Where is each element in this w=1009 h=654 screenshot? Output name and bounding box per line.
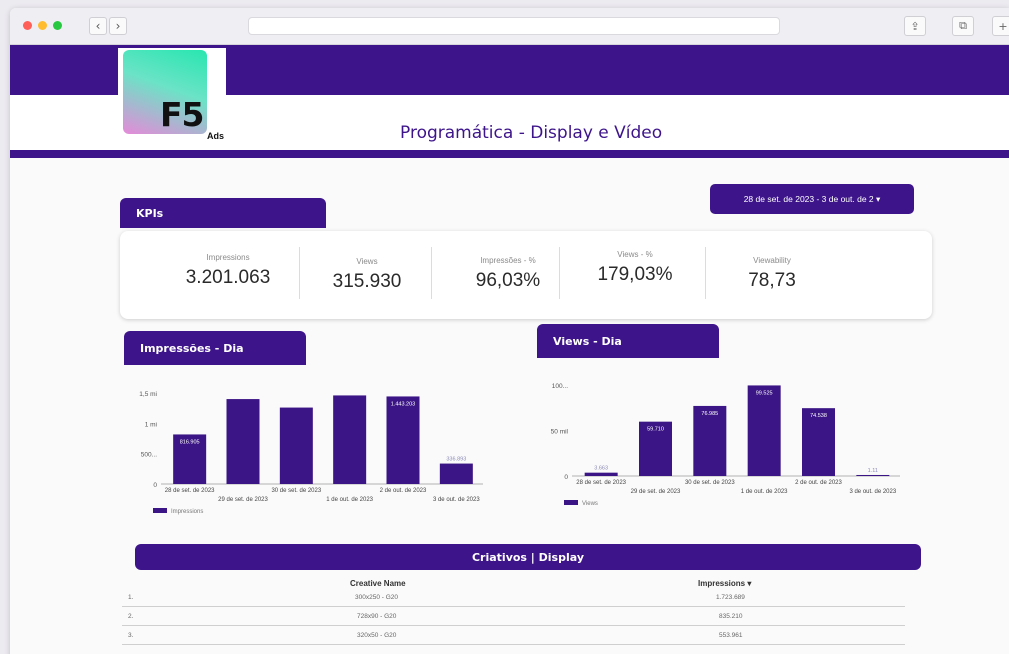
kpi-label: Impressões - % xyxy=(480,256,536,265)
new-tab-button[interactable]: + xyxy=(992,16,1009,36)
data-label: 816.905 xyxy=(180,439,200,445)
row-index: 1. xyxy=(128,594,134,601)
tabs-icon[interactable]: ⧉ xyxy=(952,16,974,36)
browser-toolbar: ‹ › ⇪ ⧉ + xyxy=(10,8,1009,45)
legend-label: Views xyxy=(582,501,598,507)
kpi-label: Viewability xyxy=(753,256,791,265)
kpi-label: Views - % xyxy=(617,250,653,259)
kpi-value: 179,03% xyxy=(597,264,673,285)
creatives-table-title: Criativos | Display xyxy=(135,544,921,570)
data-label: 1.11 xyxy=(868,468,878,474)
column-header-impressions[interactable]: Impressions ▾ xyxy=(698,579,751,588)
x-tick-label: 2 de out. de 2023 xyxy=(380,488,427,494)
data-label: 76.985 xyxy=(701,411,718,417)
views-bar-chart: 100... 50 mil 0 3.663 28 de set. de 2023 59.7… xyxy=(551,383,900,507)
browser-window: ‹ › ⇪ ⧉ + F5 Ads Programática - Display … xyxy=(10,8,1009,654)
kpi-divider xyxy=(299,247,300,299)
row-impressions: 1.723.689 xyxy=(716,594,745,601)
data-label: 99.525 xyxy=(756,390,773,396)
close-window-button[interactable] xyxy=(23,21,32,30)
column-header-creative-name[interactable]: Creative Name xyxy=(350,579,406,588)
bar xyxy=(226,399,260,484)
legend-swatch xyxy=(153,508,167,513)
header-divider xyxy=(10,150,1009,158)
logo-text: F5 xyxy=(160,95,205,134)
kpi-label: Impressions xyxy=(206,253,250,262)
x-tick-label: 28 de set. de 2023 xyxy=(165,488,215,494)
date-range-selector[interactable]: 28 de set. de 2023 - 3 de out. de 2 ▾ xyxy=(710,184,914,214)
page-title: Programática - Display e Vídeo xyxy=(400,123,663,143)
data-label: 74.538 xyxy=(810,413,827,419)
kpi-divider xyxy=(431,247,432,299)
x-tick-label: 29 de set. de 2023 xyxy=(631,489,681,495)
bar xyxy=(333,395,367,484)
table-row[interactable]: 1. 300x250 - G20 1.723.689 xyxy=(122,588,905,607)
kpi-views: Views 315.930 xyxy=(312,231,422,319)
row-creative-name: 320x50 - G20 xyxy=(357,632,397,639)
y-tick-label: 1,5 mi xyxy=(139,391,157,398)
bar xyxy=(439,463,473,484)
maximize-window-button[interactable] xyxy=(53,21,62,30)
x-tick-label: 1 de out. de 2023 xyxy=(741,489,788,495)
minimize-window-button[interactable] xyxy=(38,21,47,30)
data-label: 336.893 xyxy=(446,457,466,463)
data-label: 3.663 xyxy=(594,466,608,472)
kpi-value: 78,73 xyxy=(748,270,796,291)
back-button[interactable]: ‹ xyxy=(89,17,107,35)
x-tick-label: 30 de set. de 2023 xyxy=(685,480,735,486)
x-tick-label: 29 de set. de 2023 xyxy=(218,497,268,503)
bar xyxy=(584,472,618,476)
x-tick-label: 3 de out. de 2023 xyxy=(433,497,480,503)
legend-swatch xyxy=(564,500,578,505)
x-tick-label: 30 de set. de 2023 xyxy=(271,488,321,494)
kpi-views-pct: Views - % 179,03% xyxy=(570,231,700,319)
x-tick-label: 3 de out. de 2023 xyxy=(849,489,896,495)
kpi-viewability: Viewability 78,73 xyxy=(712,231,832,319)
legend-label: Impressions xyxy=(171,509,203,515)
kpi-card: Impressions 3.201.063 Views 315.930 Impr… xyxy=(120,231,932,319)
y-tick-label: 50 mil xyxy=(551,429,569,436)
table-row[interactable]: 2. 728x90 - G20 835.210 xyxy=(122,607,905,626)
data-label: 1.443.203 xyxy=(391,401,415,407)
kpi-value: 96,03% xyxy=(475,270,541,291)
bar xyxy=(856,474,890,476)
kpis-section-tab: KPIs xyxy=(120,198,326,228)
y-tick-label: 0 xyxy=(153,482,157,489)
address-bar[interactable] xyxy=(248,17,780,35)
impressoes-chart-tab: Impressões - Dia xyxy=(124,331,306,365)
bar xyxy=(386,396,420,484)
table-row[interactable]: 3. 320x50 - G20 553.961 xyxy=(122,626,905,645)
row-creative-name: 300x250 - G20 xyxy=(355,594,399,601)
row-impressions: 835.210 xyxy=(719,613,743,620)
share-icon[interactable]: ⇪ xyxy=(904,16,926,36)
x-tick-label: 2 de out. de 2023 xyxy=(795,480,842,486)
kpi-divider xyxy=(705,247,706,299)
report-page: F5 Ads Programática - Display e Vídeo 28… xyxy=(10,45,1009,654)
bar xyxy=(279,407,313,484)
y-tick-label: 500... xyxy=(141,452,157,459)
kpi-impressions: Impressions 3.201.063 xyxy=(168,231,288,319)
y-tick-label: 0 xyxy=(564,474,568,481)
row-creative-name: 728x90 - G20 xyxy=(357,613,397,620)
y-tick-label: 100... xyxy=(552,383,568,390)
forward-button[interactable]: › xyxy=(109,17,127,35)
row-index: 3. xyxy=(128,632,134,639)
x-tick-label: 1 de out. de 2023 xyxy=(326,497,373,503)
kpi-impressoes-pct: Impressões - % 96,03% xyxy=(443,231,573,319)
views-chart-tab: Views - Dia xyxy=(537,324,719,358)
row-index: 2. xyxy=(128,613,134,620)
y-tick-label: 1 mi xyxy=(145,421,157,428)
kpi-value: 3.201.063 xyxy=(185,267,271,288)
data-label: 59.710 xyxy=(647,427,664,433)
row-impressions: 553.961 xyxy=(719,632,743,639)
bar xyxy=(747,385,781,476)
kpi-value: 315.930 xyxy=(332,271,402,292)
logo-subtext: Ads xyxy=(207,131,225,141)
kpi-divider xyxy=(559,247,560,299)
x-tick-label: 28 de set. de 2023 xyxy=(576,480,626,486)
impressoes-bar-chart: 1,5 mi 1 mi 500... 0 816.905 28 de set. de 20… xyxy=(139,391,483,515)
kpi-label: Views xyxy=(356,257,378,266)
